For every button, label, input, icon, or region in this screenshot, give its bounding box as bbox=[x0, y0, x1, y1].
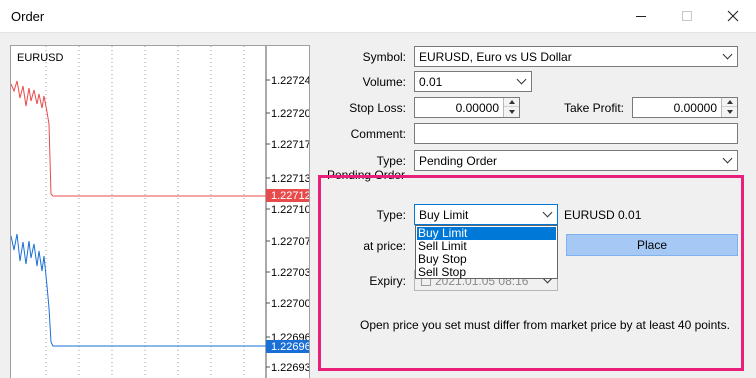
stop-loss-stepper[interactable]: 0.00000 bbox=[414, 97, 520, 118]
window-title: Order bbox=[11, 9, 45, 24]
symbol-label: Symbol: bbox=[362, 50, 406, 64]
take-profit-down-button[interactable] bbox=[722, 107, 737, 116]
order-type-select[interactable]: Pending Order bbox=[414, 150, 738, 171]
take-profit-up-button[interactable] bbox=[722, 98, 737, 107]
bid-price-line bbox=[11, 233, 266, 347]
tick-chart-canvas: 1.22724 1.22720 1.22717 1.22713 1.22710 1.227… bbox=[11, 46, 310, 378]
stop-loss-label: Stop Loss: bbox=[349, 101, 406, 115]
arrow-down-icon bbox=[726, 109, 733, 114]
comment-input[interactable] bbox=[414, 123, 738, 144]
close-icon bbox=[727, 10, 739, 22]
volume-value: 0.01 bbox=[419, 75, 443, 89]
arrow-down-icon bbox=[508, 109, 515, 114]
take-profit-stepper[interactable]: 0.00000 bbox=[632, 97, 738, 118]
ask-price-line bbox=[11, 80, 266, 197]
arrow-up-icon bbox=[726, 100, 733, 104]
price-tick-label: 1.22700 bbox=[271, 298, 310, 310]
stop-loss-down-button[interactable] bbox=[504, 107, 519, 116]
stop-loss-value: 0.00000 bbox=[455, 101, 499, 115]
close-button[interactable] bbox=[710, 0, 756, 32]
bid-price-badge-text: 1.22696 bbox=[271, 341, 310, 353]
dropdown-option-sell-stop[interactable]: Sell Stop bbox=[417, 266, 556, 279]
price-tick-label: 1.22693 bbox=[271, 362, 310, 374]
chevron-down-icon bbox=[516, 74, 527, 86]
pending-type-dropdown[interactable]: Buy Limit Sell Limit Buy Stop Sell Stop bbox=[415, 225, 558, 279]
chevron-down-icon bbox=[722, 49, 733, 61]
price-tick-label: 1.22707 bbox=[271, 236, 310, 248]
chart-symbol-label: EURUSD bbox=[17, 52, 64, 64]
tick-chart: 1.22724 1.22720 1.22717 1.22713 1.22710 1.227… bbox=[10, 45, 310, 378]
stop-loss-up-button[interactable] bbox=[504, 98, 519, 107]
type-label: Type: bbox=[376, 154, 406, 168]
price-tick-label: 1.22720 bbox=[271, 108, 310, 120]
volume-label: Volume: bbox=[362, 75, 406, 89]
chevron-down-icon bbox=[722, 153, 733, 165]
arrow-up-icon bbox=[508, 100, 515, 104]
volume-select[interactable]: 0.01 bbox=[414, 71, 532, 92]
price-tick-label: 1.22713 bbox=[271, 173, 310, 185]
ask-price-badge-text: 1.22712 bbox=[271, 190, 310, 202]
minimize-button[interactable] bbox=[618, 0, 664, 32]
price-tick-label: 1.22717 bbox=[271, 139, 310, 151]
symbol-select[interactable]: EURUSD, Euro vs US Dollar bbox=[414, 46, 738, 67]
price-tick-label: 1.22724 bbox=[271, 75, 310, 87]
minimize-icon bbox=[636, 15, 646, 17]
comment-label: Comment: bbox=[350, 127, 406, 141]
dialog-body: 1.22724 1.22720 1.22717 1.22713 1.22710 1.227… bbox=[0, 32, 756, 378]
title-bar: Order bbox=[0, 0, 756, 32]
maximize-icon bbox=[682, 11, 692, 21]
order-type-value: Pending Order bbox=[419, 154, 498, 168]
take-profit-value: 0.00000 bbox=[673, 101, 717, 115]
symbol-value: EURUSD, Euro vs US Dollar bbox=[419, 50, 572, 64]
price-tick-label: 1.22703 bbox=[271, 267, 310, 279]
price-tick-label: 1.22710 bbox=[271, 204, 310, 216]
take-profit-label: Take Profit: bbox=[563, 101, 624, 115]
maximize-button[interactable] bbox=[664, 0, 710, 32]
